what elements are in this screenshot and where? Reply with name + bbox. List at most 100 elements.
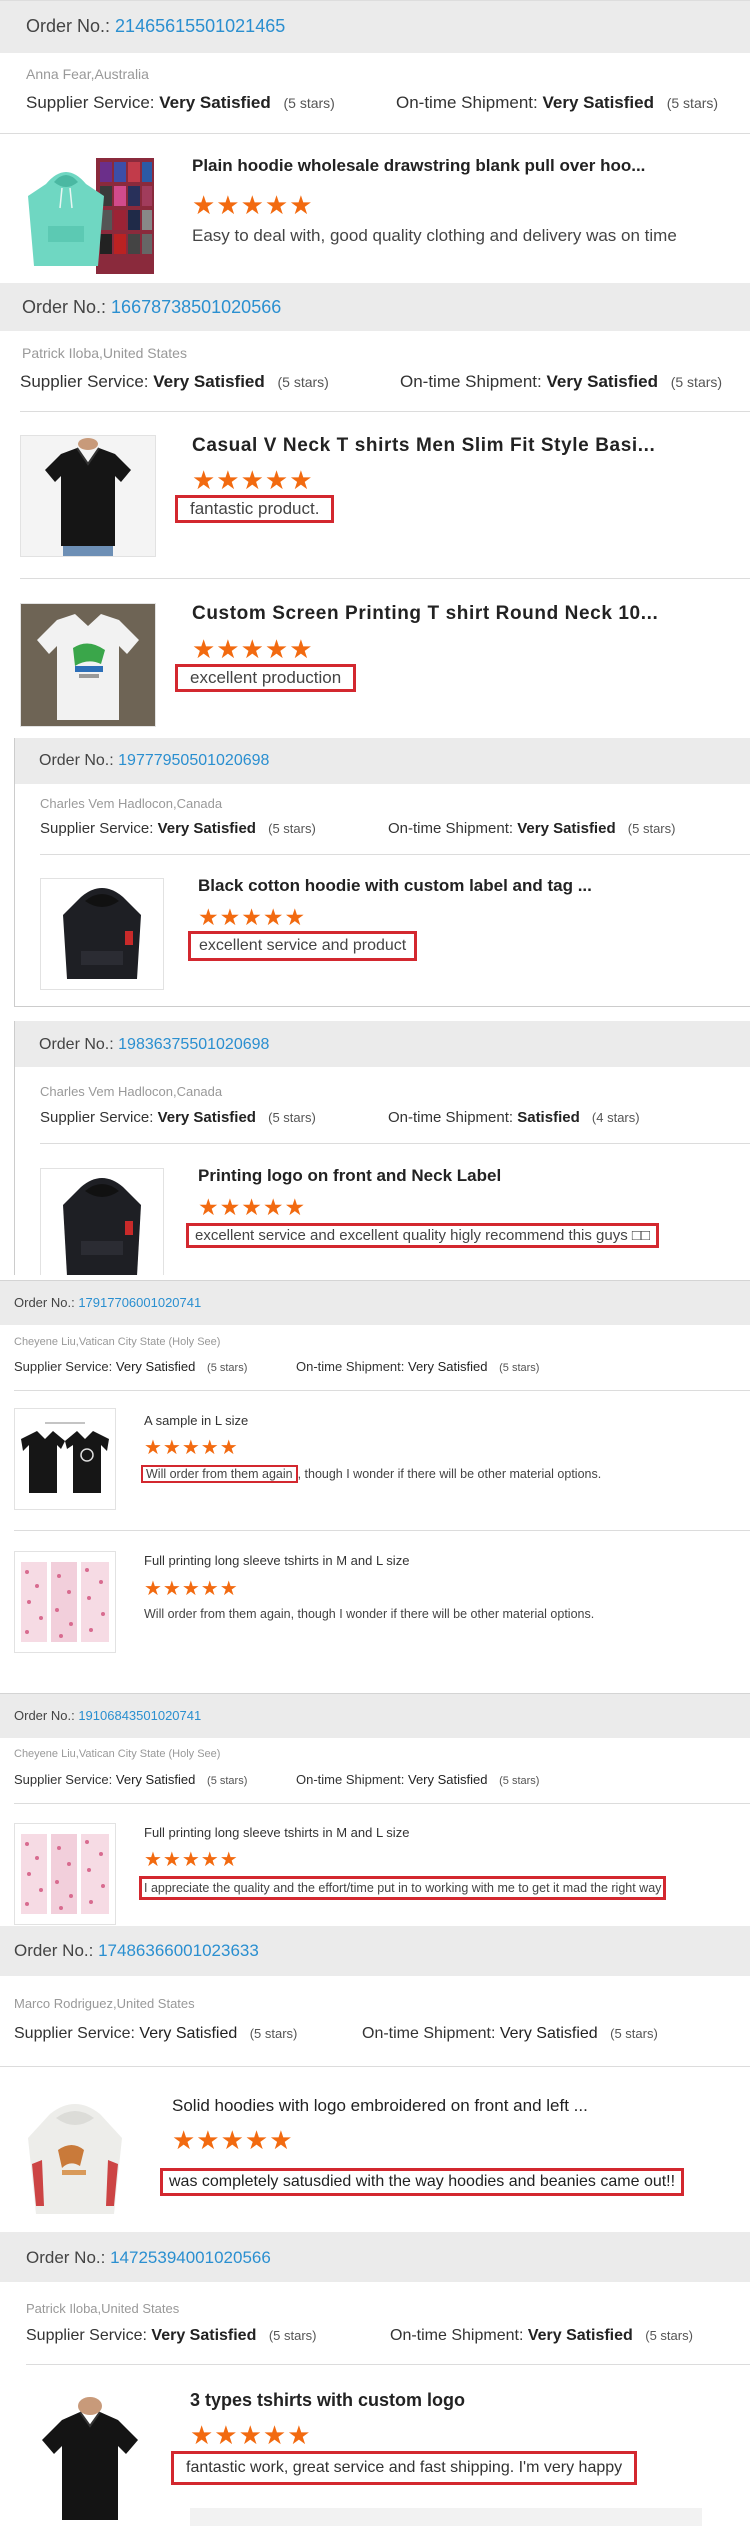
shipment-label: On-time Shipment: bbox=[388, 820, 514, 837]
product-title-link[interactable]: Solid hoodies with logo embroidered on f… bbox=[172, 2096, 712, 2116]
order-header: Order No.: 14725394001020566 bbox=[0, 2232, 750, 2282]
product-image[interactable] bbox=[26, 2392, 154, 2520]
product-title-link[interactable]: Full printing long sleeve tshirts in M a… bbox=[144, 1825, 704, 1840]
supplier-stars: (5 stars) bbox=[207, 1775, 248, 1787]
divider bbox=[40, 854, 750, 855]
product-image[interactable] bbox=[20, 603, 156, 727]
product-image[interactable] bbox=[14, 1408, 116, 1510]
order-number-link[interactable]: 19106843501020741 bbox=[78, 1708, 201, 1723]
supplier-label: Supplier Service: bbox=[26, 93, 155, 112]
shipment-stars: (5 stars) bbox=[670, 374, 723, 390]
order-header: Order No.: 16678738501020566 bbox=[0, 283, 750, 331]
supplier-rating: Very Satisfied bbox=[157, 1109, 256, 1126]
shipment-stars: (5 stars) bbox=[627, 821, 676, 836]
product-title-link[interactable]: Black cotton hoodie with custom label an… bbox=[198, 876, 698, 896]
product-image[interactable] bbox=[26, 156, 156, 276]
divider bbox=[26, 2364, 750, 2365]
product-title-link[interactable]: Plain hoodie wholesale drawstring blank … bbox=[192, 156, 712, 176]
shipment-ratings: On-time Shipment: Very Satisfied (5 star… bbox=[400, 372, 722, 392]
service-ratings: Supplier Service: Very Satisfied (5 star… bbox=[14, 1772, 247, 1787]
star-rating: ★★★★★ bbox=[198, 904, 307, 930]
review-comment-highlighted: excellent production bbox=[175, 664, 357, 692]
order-card: Order No.: 19836375501020698 Charles Vem… bbox=[0, 1021, 750, 1275]
divider bbox=[40, 1143, 750, 1144]
supplier-label: Supplier Service: bbox=[40, 820, 154, 837]
star-rating: ★★★★★ bbox=[144, 1849, 239, 1871]
product-image[interactable] bbox=[14, 1551, 116, 1653]
shipment-rating: Very Satisfied bbox=[499, 2025, 598, 2042]
review-comment-highlighted: excellent service and excellent quality … bbox=[186, 1223, 660, 1248]
shipment-label: On-time Shipment: bbox=[296, 1772, 405, 1787]
shipment-ratings: On-time Shipment: Very Satisfied (5 star… bbox=[296, 1772, 539, 1787]
supplier-label: Supplier Service: bbox=[40, 1109, 154, 1126]
star-rating: ★★★★★ bbox=[198, 1194, 307, 1220]
supplier-rating: Very Satisfied bbox=[151, 2327, 257, 2344]
service-ratings: Supplier Service: Very Satisfied (5 star… bbox=[40, 1109, 316, 1126]
divider bbox=[0, 2066, 750, 2067]
shipment-ratings: On-time Shipment: Very Satisfied (5 star… bbox=[296, 1359, 539, 1374]
shipment-stars: (5 stars) bbox=[499, 1362, 540, 1374]
order-label: Order No.: bbox=[14, 1941, 94, 1960]
product-image[interactable] bbox=[14, 2094, 136, 2222]
order-number-link[interactable]: 16678738501020566 bbox=[111, 297, 281, 317]
product-image[interactable] bbox=[14, 1823, 116, 1925]
supplier-label: Supplier Service: bbox=[14, 1772, 113, 1787]
shipment-rating: Very Satisfied bbox=[517, 820, 616, 837]
star-rating: ★★★★★ bbox=[192, 634, 314, 664]
product-title-link[interactable]: A sample in L size bbox=[144, 1413, 704, 1428]
divider bbox=[14, 1390, 750, 1391]
product-title-link[interactable]: Printing logo on front and Neck Label bbox=[198, 1166, 698, 1186]
order-number-link[interactable]: 21465615501021465 bbox=[115, 16, 285, 36]
product-title-link[interactable]: Custom Screen Printing T shirt Round Nec… bbox=[192, 603, 712, 625]
product-title-link[interactable]: 3 types tshirts with custom logo bbox=[190, 2390, 710, 2411]
service-ratings: Supplier Service: Very Satisfied (5 star… bbox=[14, 2025, 297, 2043]
supplier-label: Supplier Service: bbox=[14, 2025, 135, 2042]
supplier-label: Supplier Service: bbox=[26, 2327, 147, 2344]
order-number-link[interactable]: 14725394001020566 bbox=[110, 2248, 271, 2267]
product-title-link[interactable]: Casual V Neck T shirts Men Slim Fit Styl… bbox=[192, 435, 712, 457]
divider bbox=[14, 1803, 750, 1804]
order-card: Order No.: 14725394001020566 Patrick Ilo… bbox=[0, 2232, 750, 2526]
buyer-name: Marco Rodriguez,United States bbox=[14, 1996, 195, 2011]
order-header: Order No.: 17917706001020741 bbox=[0, 1280, 750, 1325]
order-label: Order No.: bbox=[22, 297, 107, 317]
buyer-name: Anna Fear,Australia bbox=[26, 66, 149, 82]
divider bbox=[0, 133, 750, 134]
shipment-label: On-time Shipment: bbox=[390, 2327, 524, 2344]
order-number-link[interactable]: 17917706001020741 bbox=[78, 1295, 201, 1310]
supplier-rating: Very Satisfied bbox=[139, 2025, 238, 2042]
supplier-stars: (5 stars) bbox=[283, 95, 335, 111]
shipment-rating: Satisfied bbox=[517, 1109, 580, 1126]
service-ratings: Supplier Service: Very Satisfied (5 star… bbox=[26, 93, 335, 113]
order-header: Order No.: 19106843501020741 bbox=[0, 1693, 750, 1738]
order-number-link[interactable]: 17486366001023633 bbox=[98, 1941, 259, 1960]
supplier-stars: (5 stars) bbox=[277, 374, 329, 390]
review-comment: Easy to deal with, good quality clothing… bbox=[192, 226, 677, 245]
order-card: Order No.: 21465615501021465 Anna Fear,A… bbox=[0, 0, 750, 283]
supplier-stars: (5 stars) bbox=[268, 821, 316, 836]
buyer-name: Cheyene Liu,Vatican City State (Holy See… bbox=[14, 1336, 221, 1348]
star-rating: ★★★★★ bbox=[172, 2125, 294, 2155]
shipment-ratings: On-time Shipment: Satisfied (4 stars) bbox=[388, 1109, 640, 1126]
product-image[interactable] bbox=[20, 435, 156, 557]
shipment-stars: (5 stars) bbox=[645, 2328, 693, 2343]
shipment-rating: Very Satisfied bbox=[546, 372, 658, 391]
shipment-stars: (4 stars) bbox=[591, 1110, 640, 1125]
supplier-stars: (5 stars) bbox=[207, 1362, 248, 1374]
shipment-stars: (5 stars) bbox=[610, 2026, 658, 2041]
product-title-link[interactable]: Full printing long sleeve tshirts in M a… bbox=[144, 1553, 704, 1568]
star-rating: ★★★★★ bbox=[192, 190, 314, 220]
supplier-stars: (5 stars) bbox=[268, 1110, 316, 1125]
review-comment-highlighted: fantastic product. bbox=[175, 495, 335, 523]
order-number-link[interactable]: 19777950501020698 bbox=[118, 752, 269, 769]
order-label: Order No.: bbox=[26, 16, 111, 36]
shipment-ratings: On-time Shipment: Very Satisfied (5 star… bbox=[390, 2327, 693, 2345]
shipment-ratings: On-time Shipment: Very Satisfied (5 star… bbox=[388, 820, 675, 837]
buyer-name: Charles Vem Hadlocon,Canada bbox=[40, 796, 223, 811]
shipment-rating: Very Satisfied bbox=[527, 2327, 633, 2344]
review-comment-highlighted: fantastic work, great service and fast s… bbox=[171, 2451, 638, 2485]
product-image[interactable] bbox=[40, 1168, 164, 1275]
product-image[interactable] bbox=[40, 878, 164, 990]
order-number-link[interactable]: 19836375501020698 bbox=[118, 1036, 269, 1053]
shipment-label: On-time Shipment: bbox=[362, 2025, 496, 2042]
